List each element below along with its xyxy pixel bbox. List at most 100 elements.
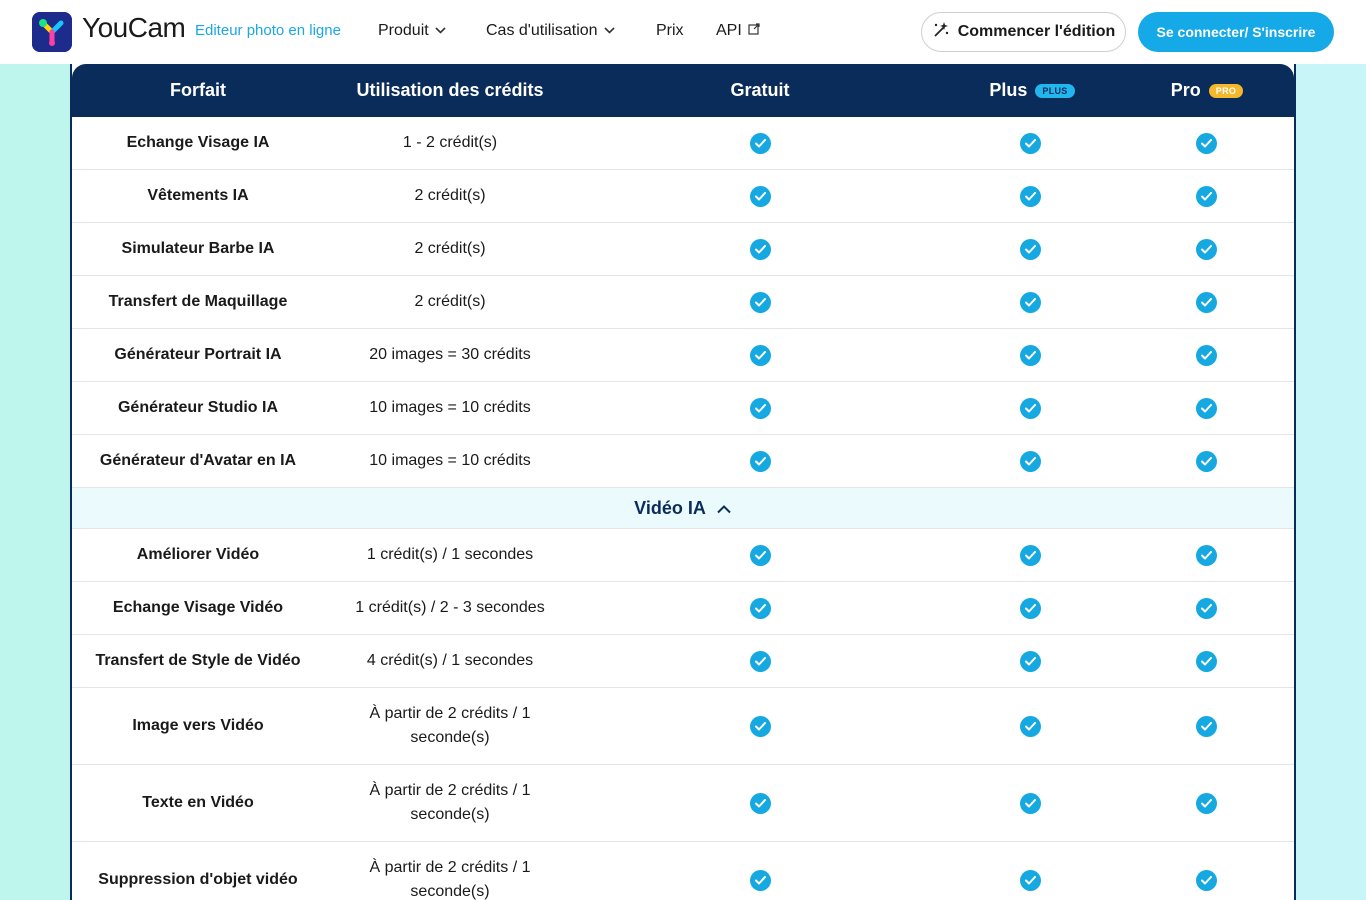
check-circle-icon (1019, 544, 1041, 566)
included-plus-cell (982, 223, 1078, 275)
chevron-down-icon (603, 26, 615, 37)
nav-produit-label: Produit (378, 22, 429, 39)
feature-name: Améliorer Vidéo (136, 546, 260, 563)
column-header-gratuit: Gratuit (730, 80, 790, 100)
table-row: Transfert de Maquillage 2 crédit(s) (72, 276, 1294, 329)
included-plus-cell (982, 529, 1078, 581)
check-circle-icon (1019, 397, 1041, 419)
included-pro-cell (1158, 435, 1254, 487)
nav-api[interactable]: API (716, 22, 760, 40)
check-circle-icon (1195, 185, 1217, 207)
feature-name: Générateur d'Avatar en IA (99, 452, 297, 469)
included-gratuit-cell (712, 582, 808, 634)
feature-name: Simulateur Barbe IA (121, 240, 275, 257)
included-gratuit-cell (712, 223, 808, 275)
included-plus-cell (982, 765, 1078, 841)
section-toggle-video-ia[interactable]: Vidéo IA (72, 488, 1294, 529)
check-circle-icon (1019, 238, 1041, 260)
feature-name: Transfert de Style de Vidéo (95, 652, 301, 669)
check-circle-icon (1195, 792, 1217, 814)
nav-prix[interactable]: Prix (656, 22, 684, 40)
table-row: Simulateur Barbe IA 2 crédit(s) (72, 223, 1294, 276)
check-circle-icon (1195, 344, 1217, 366)
table-row: Générateur d'Avatar en IA 10 images = 10 … (72, 435, 1294, 488)
rows-image-features: Echange Visage IA 1 - 2 crédit(s) Vêtement… (72, 117, 1294, 488)
credit-usage: 1 - 2 crédit(s) (402, 134, 498, 151)
included-gratuit-cell (712, 765, 808, 841)
included-plus-cell (982, 582, 1078, 634)
check-circle-icon (1195, 132, 1217, 154)
credit-usage: 10 images = 10 crédits (369, 452, 531, 469)
top-navigation-bar: YouCam Editeur photo en ligne Produit Ca… (0, 0, 1366, 64)
check-circle-icon (1019, 792, 1041, 814)
credit-usage: À partir de 2 crédits / 1 seconde(s) (369, 705, 531, 746)
check-circle-icon (749, 715, 771, 737)
brand-name[interactable]: YouCam (82, 12, 186, 44)
feature-name: Texte en Vidéo (142, 794, 254, 811)
credit-usage: 2 crédit(s) (414, 293, 486, 310)
column-header-plus: Plus PLUS (972, 64, 1092, 117)
included-gratuit-cell (712, 117, 808, 169)
check-circle-icon (1195, 291, 1217, 313)
included-pro-cell (1158, 170, 1254, 222)
included-pro-cell (1158, 635, 1254, 687)
credit-usage: 1 crédit(s) / 2 - 3 secondes (355, 599, 545, 616)
included-gratuit-cell (712, 329, 808, 381)
check-circle-icon (1195, 450, 1217, 472)
check-circle-icon (1019, 185, 1041, 207)
table-row: Texte en Vidéo À partir de 2 crédits / 1 … (72, 765, 1294, 842)
nav-cas-utilisation[interactable]: Cas d'utilisation (486, 22, 615, 40)
check-circle-icon (749, 397, 771, 419)
feature-name: Echange Visage IA (126, 134, 270, 151)
plus-badge: PLUS (1035, 83, 1075, 98)
column-header-plus-label: Plus (989, 80, 1028, 100)
included-pro-cell (1158, 117, 1254, 169)
check-circle-icon (1019, 869, 1041, 891)
feature-name: Echange Visage Vidéo (112, 599, 284, 616)
included-plus-cell (982, 329, 1078, 381)
rows-video-features: Améliorer Vidéo 1 crédit(s) / 1 secondes E… (72, 529, 1294, 900)
check-circle-icon (1195, 544, 1217, 566)
login-signup-button[interactable]: Se connecter/ S'inscrire (1138, 12, 1334, 52)
column-header-forfait: Forfait (170, 80, 226, 100)
included-pro-cell (1158, 582, 1254, 634)
check-circle-icon (1019, 715, 1041, 737)
included-gratuit-cell (712, 382, 808, 434)
brand-tagline: Editeur photo en ligne (195, 22, 341, 39)
check-circle-icon (1195, 650, 1217, 672)
included-pro-cell (1158, 688, 1254, 764)
check-circle-icon (749, 185, 771, 207)
table-row: Vêtements IA 2 crédit(s) (72, 170, 1294, 223)
check-circle-icon (1019, 344, 1041, 366)
chevron-down-icon (435, 26, 446, 37)
table-row: Générateur Studio IA 10 images = 10 crédi… (72, 382, 1294, 435)
check-circle-icon (1195, 597, 1217, 619)
column-header-pro: Pro PRO (1152, 64, 1262, 117)
included-plus-cell (982, 117, 1078, 169)
included-plus-cell (982, 635, 1078, 687)
youcam-logo-icon[interactable] (32, 12, 72, 52)
credit-usage: 2 crédit(s) (414, 240, 486, 257)
credit-usage: 2 crédit(s) (414, 187, 486, 204)
feature-name: Suppression d'objet vidéo (98, 871, 298, 888)
included-gratuit-cell (712, 529, 808, 581)
credit-usage: À partir de 2 crédits / 1 seconde(s) (369, 859, 531, 900)
start-editing-button[interactable]: Commencer l'édition (921, 12, 1126, 52)
included-plus-cell (982, 688, 1078, 764)
nav-produit[interactable]: Produit (378, 22, 446, 40)
section-label: Vidéo IA (634, 497, 706, 518)
table-row: Echange Visage IA 1 - 2 crédit(s) (72, 117, 1294, 170)
credit-usage: 1 crédit(s) / 1 secondes (366, 546, 534, 563)
check-circle-icon (749, 792, 771, 814)
check-circle-icon (749, 132, 771, 154)
nav-prix-label: Prix (656, 22, 684, 39)
check-circle-icon (1195, 397, 1217, 419)
table-row: Echange Visage Vidéo 1 crédit(s) / 2 - 3 … (72, 582, 1294, 635)
pricing-comparison-table: Forfait Utilisation des crédits Gratuit … (70, 64, 1296, 900)
nav-cas-utilisation-label: Cas d'utilisation (486, 22, 598, 39)
check-circle-icon (749, 238, 771, 260)
nav-api-label: API (716, 22, 742, 39)
check-circle-icon (1019, 291, 1041, 313)
magic-wand-icon (932, 21, 950, 44)
table-row: Suppression d'objet vidéo À partir de 2 c… (72, 842, 1294, 900)
